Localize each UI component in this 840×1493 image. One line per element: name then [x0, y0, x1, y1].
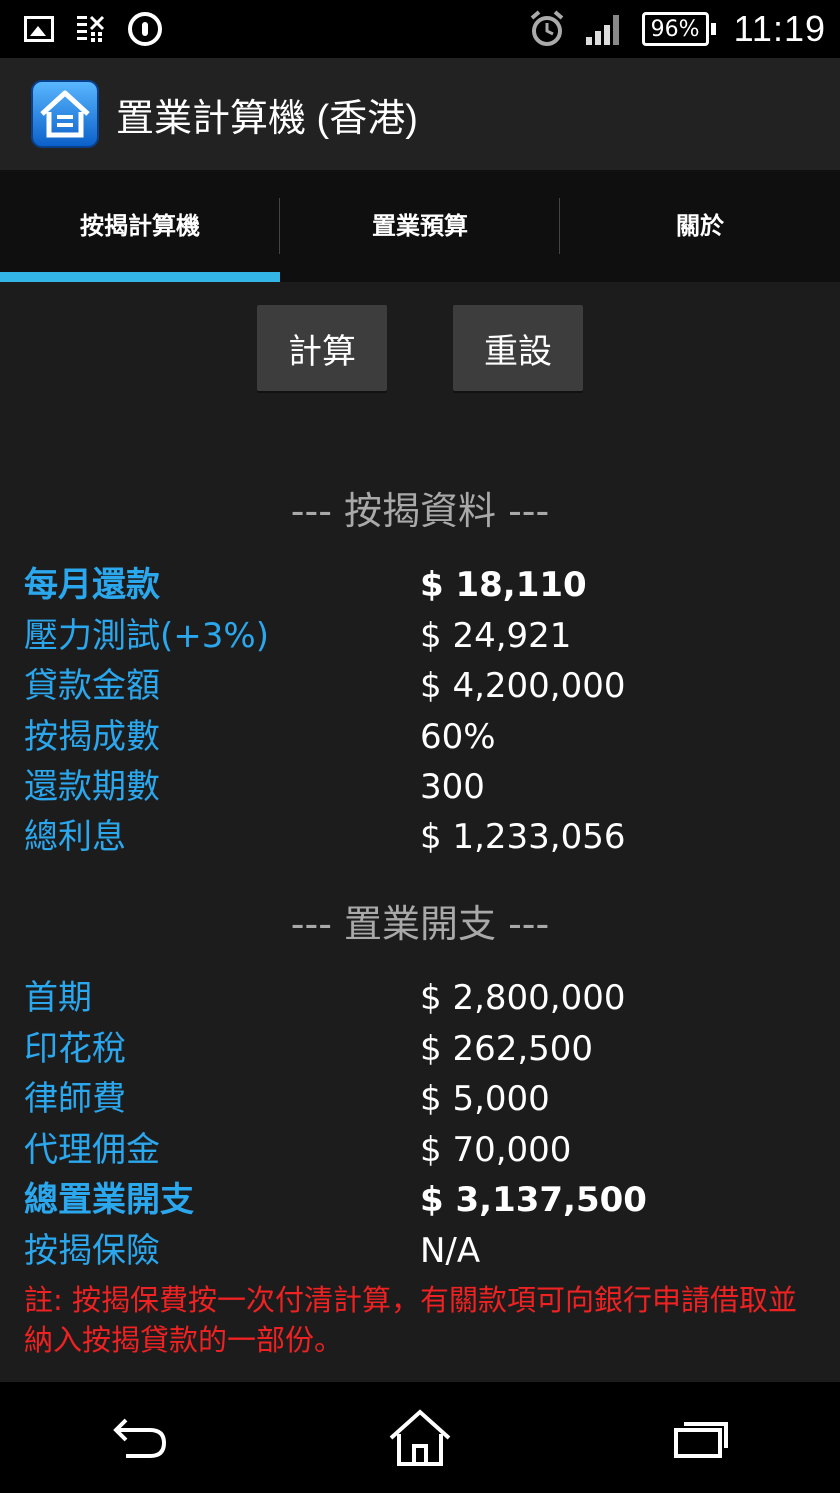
back-icon: [113, 1418, 167, 1458]
row-label: 還款期數: [24, 767, 160, 807]
row-value: $ 3,137,500: [420, 1180, 647, 1220]
row-label: 每月還款: [24, 565, 160, 605]
row-label: 總利息: [24, 817, 126, 857]
insurance-note: 註: 按揭保費按一次付清計算，有關款項可向銀行申請借取並納入按揭貸款的一部份。: [24, 1283, 797, 1357]
row-label: 按揭成數: [24, 717, 160, 757]
reset-button[interactable]: 重設: [453, 305, 583, 391]
result-row: 總置業開支 $ 3,137,500: [0, 1175, 840, 1225]
result-row: 代理佣金 $ 70,000: [0, 1125, 840, 1175]
clock: 11:19: [733, 8, 826, 49]
tab-label: 按揭計算機: [80, 211, 200, 240]
row-value: $ 5,000: [420, 1079, 550, 1119]
tab-mortgage-calculator[interactable]: 按揭計算機: [0, 172, 280, 282]
result-row: 按揭成數 60%: [0, 712, 840, 762]
app-title: 置業計算機 (香港): [116, 97, 418, 140]
result-row: 首期 $ 2,800,000: [0, 973, 840, 1023]
data-grid-icon: [77, 15, 105, 42]
result-row: 貸款金額 $ 4,200,000: [0, 661, 840, 711]
row-value: $ 2,800,000: [420, 978, 626, 1018]
signal-icon: [585, 15, 619, 45]
row-label: 總置業開支: [24, 1180, 194, 1220]
result-row: 每月還款 $ 18,110: [0, 560, 840, 610]
calculate-button[interactable]: 計算: [257, 305, 387, 391]
recent-apps-icon: [674, 1421, 728, 1458]
battery-icon: 96%: [641, 12, 716, 46]
result-row: 印花稅 $ 262,500: [0, 1024, 840, 1074]
row-label: 印花稅: [24, 1029, 126, 1069]
back-button[interactable]: [100, 1403, 180, 1473]
tab-about[interactable]: 關於: [560, 172, 840, 282]
result-row: 壓力測試(+3%) $ 24,921: [0, 611, 840, 661]
row-value: 300: [420, 767, 485, 807]
action-bar: 置業計算機 (香港): [0, 58, 840, 172]
row-label: 律師費: [24, 1079, 126, 1119]
status-bar: 96% 11:19: [0, 0, 840, 58]
tab-purchase-budget[interactable]: 置業預算: [280, 172, 560, 282]
tab-label: 關於: [676, 211, 724, 240]
row-value: $ 70,000: [420, 1130, 572, 1170]
result-row: 律師費 $ 5,000: [0, 1074, 840, 1124]
row-value: $ 24,921: [420, 616, 572, 656]
row-value: $ 4,200,000: [420, 666, 626, 706]
home-button[interactable]: [380, 1403, 460, 1473]
circle-app-icon: [128, 12, 162, 46]
row-label: 貸款金額: [24, 666, 160, 706]
tab-active-indicator: [0, 272, 280, 282]
home-icon: [389, 1408, 451, 1466]
row-label: 壓力測試(+3%): [24, 616, 269, 656]
alarm-icon: [530, 10, 563, 46]
row-value: $ 18,110: [420, 565, 587, 605]
battery-level: 96%: [641, 12, 709, 46]
row-label: 按揭保險: [24, 1231, 160, 1271]
mortgage-section-title: --- 按揭資料 ---: [290, 489, 550, 533]
recent-apps-button[interactable]: [660, 1403, 740, 1473]
tab-bar: 按揭計算機 置業預算 關於: [0, 172, 840, 282]
row-value: $ 1,233,056: [420, 817, 626, 857]
row-value: $ 262,500: [420, 1029, 594, 1069]
row-label: 代理佣金: [24, 1130, 160, 1170]
row-value: N/A: [420, 1231, 481, 1271]
result-row: 還款期數 300: [0, 762, 840, 812]
row-value: 60%: [420, 717, 496, 757]
navigation-bar: [0, 1382, 840, 1493]
result-row: 按揭保險 N/A: [0, 1226, 840, 1276]
image-icon: [24, 16, 54, 42]
expenses-section-title: --- 置業開支 ---: [290, 902, 550, 946]
row-label: 首期: [24, 978, 92, 1018]
tab-label: 置業預算: [372, 211, 468, 240]
house-icon[interactable]: [30, 79, 100, 149]
result-row: 總利息 $ 1,233,056: [0, 812, 840, 862]
